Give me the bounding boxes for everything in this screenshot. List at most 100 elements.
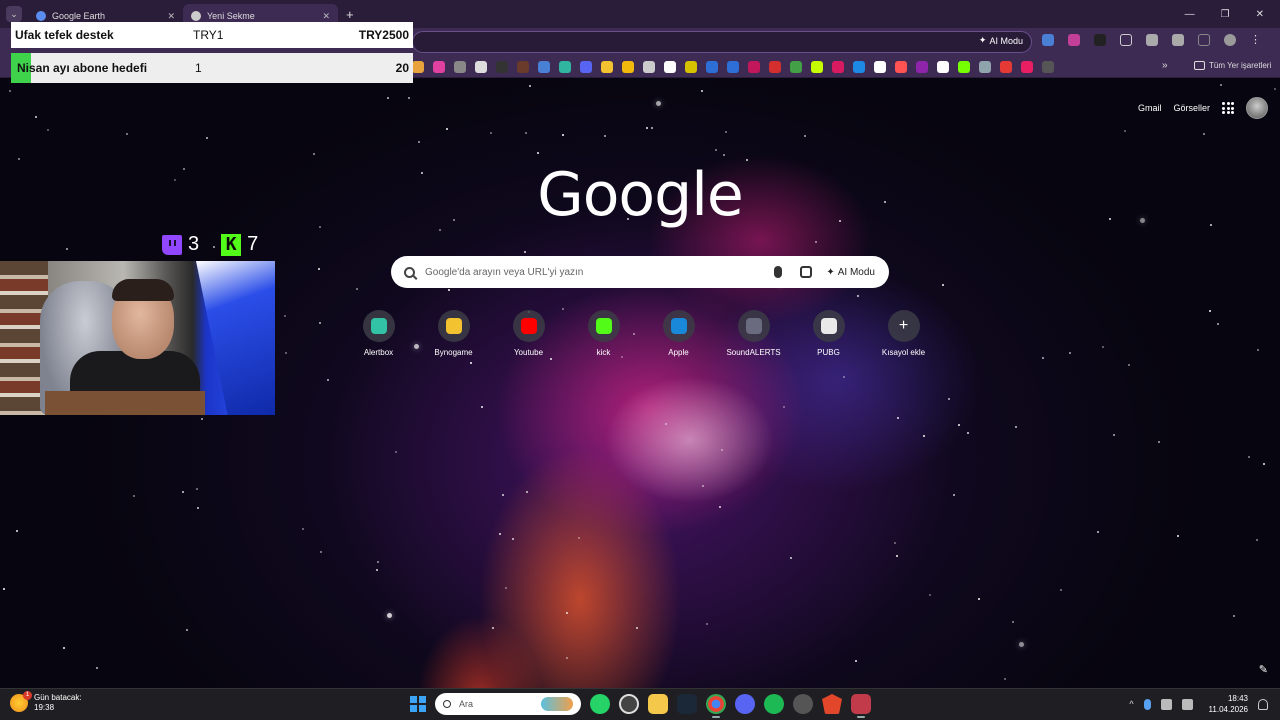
star bbox=[1256, 539, 1258, 541]
bookmark-icon[interactable] bbox=[496, 61, 508, 73]
clock[interactable]: 18:43 11.04.2026 bbox=[1209, 693, 1248, 715]
weather-widget[interactable]: 1 Gün batacak: 19:38 bbox=[10, 691, 82, 713]
google-lens-icon[interactable] bbox=[800, 266, 813, 278]
taskbar-search[interactable]: Ara bbox=[435, 693, 581, 715]
microphone-icon[interactable] bbox=[1143, 698, 1151, 710]
more-bookmarks-icon[interactable]: » bbox=[1162, 60, 1168, 71]
extension-icon[interactable] bbox=[1068, 34, 1080, 46]
search-input[interactable] bbox=[425, 266, 767, 278]
translate-icon[interactable] bbox=[1042, 34, 1054, 46]
account-avatar[interactable] bbox=[1246, 97, 1268, 119]
bookmark-icon[interactable] bbox=[958, 61, 970, 73]
restore-icon[interactable]: ❐ bbox=[1221, 9, 1230, 20]
star bbox=[206, 137, 208, 139]
bookmark-icon[interactable] bbox=[454, 61, 466, 73]
steam-icon[interactable] bbox=[677, 694, 697, 714]
images-link[interactable]: Görseller bbox=[1173, 103, 1210, 113]
apps-grid-icon[interactable] bbox=[1222, 102, 1234, 114]
bookmark-icon[interactable] bbox=[874, 61, 886, 73]
bookmark-icon[interactable] bbox=[622, 61, 634, 73]
bookmark-icon[interactable] bbox=[706, 61, 718, 73]
shortcut-pubg[interactable]: PUBG bbox=[791, 310, 866, 357]
star bbox=[719, 506, 721, 508]
bookmark-icon[interactable] bbox=[916, 61, 928, 73]
bookmark-icon[interactable] bbox=[412, 61, 424, 73]
shortcut-youtube[interactable]: Youtube bbox=[491, 310, 566, 357]
sidepanel-icon[interactable] bbox=[1198, 34, 1210, 46]
profile-avatar-icon[interactable] bbox=[1224, 34, 1236, 46]
star bbox=[1128, 364, 1130, 366]
windows-start-icon[interactable] bbox=[410, 696, 426, 712]
goal-target: TRY2500 bbox=[358, 28, 409, 42]
search-box[interactable]: ✦ AI Modu bbox=[391, 256, 889, 288]
bookmark-icon[interactable] bbox=[1000, 61, 1012, 73]
bookmark-icon[interactable] bbox=[769, 61, 781, 73]
bookmark-icon[interactable] bbox=[853, 61, 865, 73]
bookmark-icon[interactable] bbox=[790, 61, 802, 73]
notification-badge: 1 bbox=[23, 691, 32, 700]
shortcut-kick[interactable]: kick bbox=[566, 310, 641, 357]
star bbox=[550, 358, 552, 360]
close-tab-icon[interactable]: ✕ bbox=[167, 11, 175, 22]
bookmark-icon[interactable] bbox=[643, 61, 655, 73]
key-icon[interactable] bbox=[1172, 34, 1184, 46]
bookmark-icon[interactable] bbox=[979, 61, 991, 73]
bookmark-icon[interactable] bbox=[433, 61, 445, 73]
ai-mode-button[interactable]: ✦ AI Modu bbox=[826, 267, 875, 278]
shortcut-bynogame[interactable]: Bynogame bbox=[416, 310, 491, 357]
all-bookmarks-folder[interactable]: Tüm Yer işaretleri bbox=[1194, 61, 1271, 70]
discord-icon[interactable] bbox=[735, 694, 755, 714]
star bbox=[1042, 357, 1044, 359]
extension-icon[interactable] bbox=[1094, 34, 1106, 46]
bookmark-icon[interactable] bbox=[538, 61, 550, 73]
gmail-link[interactable]: Gmail bbox=[1138, 103, 1162, 113]
media-app-icon[interactable] bbox=[851, 694, 871, 718]
chrome-icon[interactable] bbox=[706, 694, 726, 718]
notification-bell-icon[interactable] bbox=[1258, 698, 1268, 710]
address-bar[interactable]: ✦ AI Modu bbox=[412, 31, 1032, 53]
bookmark-icon[interactable] bbox=[685, 61, 697, 73]
bookmark-icon[interactable] bbox=[937, 61, 949, 73]
bookmark-icon[interactable] bbox=[664, 61, 676, 73]
shortcut-soundalerts[interactable]: SoundALERTS bbox=[716, 310, 791, 357]
tab-search-button[interactable]: ⌄ bbox=[6, 6, 22, 22]
star bbox=[948, 398, 950, 400]
bookmark-icon[interactable] bbox=[517, 61, 529, 73]
shortcut-add[interactable]: + Kısayol ekle bbox=[866, 310, 941, 357]
minimize-icon[interactable]: — bbox=[1185, 9, 1195, 20]
x-icon[interactable] bbox=[475, 61, 487, 73]
spotify-icon[interactable] bbox=[764, 694, 784, 714]
shortcut-label: Youtube bbox=[513, 348, 544, 357]
shortcut-label: Bynogame bbox=[434, 348, 473, 357]
whatsapp-icon[interactable] bbox=[590, 694, 610, 714]
bookmark-icon[interactable] bbox=[811, 61, 823, 73]
shortcut-alertbox[interactable]: Alertbox bbox=[341, 310, 416, 357]
obs-icon[interactable] bbox=[793, 694, 813, 714]
bookmark-icon[interactable] bbox=[895, 61, 907, 73]
bookmark-icon[interactable] bbox=[601, 61, 613, 73]
bookmark-icon[interactable] bbox=[559, 61, 571, 73]
file-explorer-icon[interactable] bbox=[648, 694, 668, 714]
kebab-menu-icon[interactable]: ⋮ bbox=[1250, 34, 1261, 46]
media-icon[interactable] bbox=[1146, 34, 1158, 46]
omnibox-ai-mode-button[interactable]: ✦ AI Modu bbox=[979, 35, 1023, 46]
star bbox=[512, 538, 514, 540]
settings-gear-icon[interactable] bbox=[619, 694, 639, 714]
customize-pencil-icon[interactable]: ✎ bbox=[1259, 663, 1268, 676]
network-icon[interactable] bbox=[1160, 698, 1172, 710]
shortcut-apple[interactable]: Apple bbox=[641, 310, 716, 357]
new-tab-button[interactable]: + bbox=[346, 7, 354, 22]
bookmark-icon[interactable] bbox=[832, 61, 844, 73]
bookmark-icon[interactable] bbox=[1042, 61, 1054, 73]
microphone-icon[interactable] bbox=[774, 266, 783, 278]
bookmark-icon[interactable] bbox=[727, 61, 739, 73]
bookmark-icon[interactable] bbox=[580, 61, 592, 73]
bookmark-icon[interactable] bbox=[1021, 61, 1033, 73]
volume-icon[interactable] bbox=[1181, 698, 1193, 710]
close-window-icon[interactable]: ✕ bbox=[1256, 9, 1264, 20]
close-tab-icon[interactable]: ✕ bbox=[322, 11, 330, 22]
puzzle-icon[interactable] bbox=[1120, 34, 1132, 46]
bookmark-icon[interactable] bbox=[748, 61, 760, 73]
brave-icon[interactable] bbox=[822, 694, 842, 714]
chevron-up-icon[interactable]: ^ bbox=[1129, 699, 1133, 709]
